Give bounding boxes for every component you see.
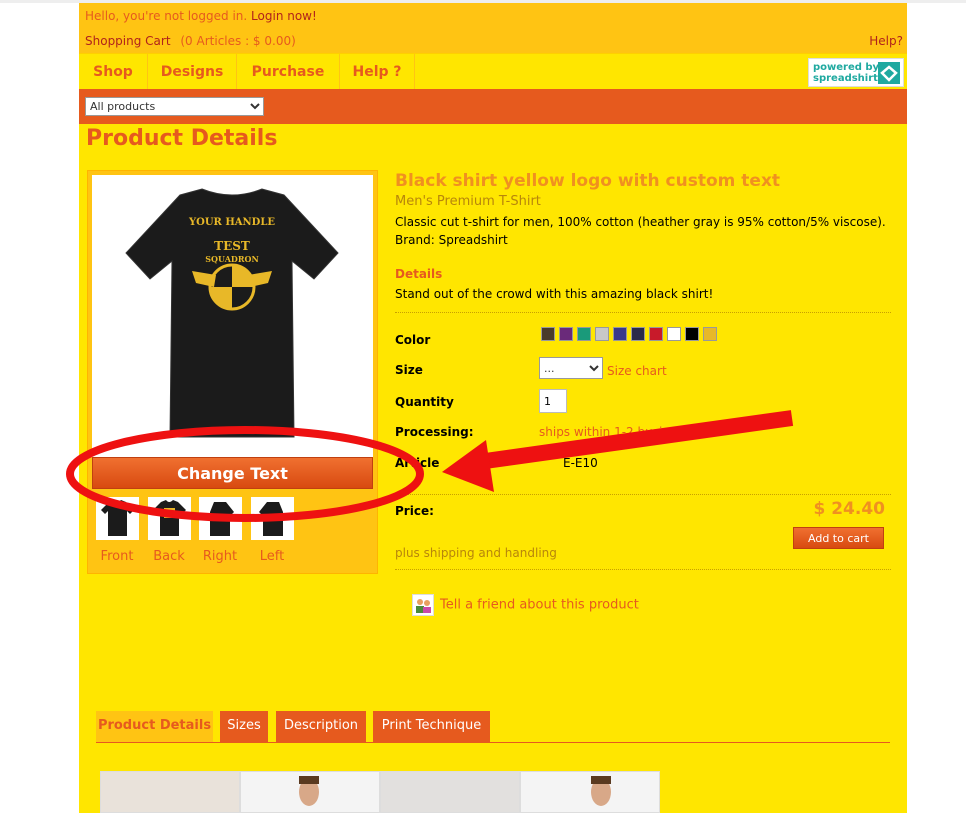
greeting-text: Hello, you're not logged in. (85, 9, 248, 23)
cart-count: (0 Articles : $ 0.00) (180, 34, 296, 48)
processing-value: ships within 1-2 busines (539, 425, 684, 439)
size-chart-link[interactable]: Size chart (607, 364, 667, 378)
powered-by-spreadshirt-logo[interactable]: powered by spreadshirt (808, 58, 904, 87)
powered-by-text: powered by spreadshirt (813, 62, 880, 84)
model-photo-strip (100, 771, 660, 813)
tshirt-image: YOUR HANDLE TEST SQUADRON (125, 188, 339, 438)
color-swatch[interactable] (595, 327, 609, 341)
price-value: $ 24.40 (813, 499, 885, 519)
color-swatch[interactable] (541, 327, 555, 341)
article-label: Article (395, 456, 440, 470)
product-main-image: YOUR HANDLE TEST SQUADRON (92, 175, 373, 457)
cart-label[interactable]: Shopping Cart (85, 34, 171, 48)
divider (395, 312, 891, 313)
shirt-logo-text-2: SQUADRON (205, 254, 259, 264)
shirt-logo-text-1: TEST (214, 239, 250, 253)
model-photo (240, 771, 380, 813)
size-label: Size (395, 363, 423, 377)
product-type: Men's Premium T-Shirt (395, 194, 541, 209)
size-select[interactable]: ... (539, 357, 603, 379)
color-swatch[interactable] (649, 327, 663, 341)
model-photo (380, 771, 520, 813)
color-label: Color (395, 333, 431, 347)
view-label-back[interactable]: Back (144, 549, 194, 564)
model-photo (520, 771, 660, 813)
tab-product-details[interactable]: Product Details (96, 711, 213, 742)
color-swatch[interactable] (685, 327, 699, 341)
thumb-back[interactable] (148, 497, 191, 540)
view-label-left[interactable]: Left (247, 549, 297, 564)
color-swatch[interactable] (559, 327, 573, 341)
shopping-cart-summary[interactable]: Shopping Cart (0 Articles : $ 0.00) (85, 34, 296, 48)
people-icon (412, 594, 434, 616)
details-label: Details (395, 267, 443, 281)
divider (395, 494, 891, 495)
product-category-select[interactable]: All products (85, 97, 264, 116)
article-value: E-E10 (563, 456, 598, 470)
view-label-front[interactable]: Front (92, 549, 142, 564)
shirt-handle-text: YOUR HANDLE (188, 217, 275, 228)
thumb-left[interactable] (251, 497, 294, 540)
thumb-right[interactable] (199, 497, 242, 540)
shipping-note[interactable]: plus shipping and handling (395, 546, 557, 560)
nav-designs[interactable]: Designs (148, 54, 237, 90)
details-text: Stand out of the crowd with this amazing… (395, 287, 714, 301)
color-swatch[interactable] (703, 327, 717, 341)
page-title: Product Details (86, 126, 278, 151)
divider (395, 569, 891, 570)
model-photo (100, 771, 240, 813)
spreadshirt-heart-icon (878, 62, 900, 84)
change-text-button[interactable]: Change Text (92, 457, 373, 489)
color-swatch[interactable] (613, 327, 627, 341)
add-to-cart-button[interactable]: Add to cart (793, 527, 884, 549)
nav-shop[interactable]: Shop (79, 54, 148, 90)
nav-help[interactable]: Help ? (340, 54, 415, 90)
main-nav: Shop Designs Purchase Help ? powered by … (79, 53, 907, 90)
top-bar: Hello, you're not logged in. Login now! … (79, 3, 907, 53)
tab-sizes[interactable]: Sizes (220, 711, 268, 742)
filter-bar: All products (79, 89, 907, 124)
login-status: Hello, you're not logged in. Login now! (85, 9, 317, 23)
product-description: Classic cut t-shirt for men, 100% cotton… (395, 213, 891, 249)
help-link[interactable]: Help? (869, 34, 903, 48)
product-tabs: Product Details Sizes Description Print … (96, 709, 890, 743)
color-swatch[interactable] (631, 327, 645, 341)
product-title: Black shirt yellow logo with custom text (395, 171, 781, 191)
page-margin-right (907, 0, 966, 813)
product-brand: Brand: Spreadshirt (395, 233, 508, 247)
color-swatch[interactable] (577, 327, 591, 341)
processing-label: Processing: (395, 425, 474, 439)
tell-a-friend-link[interactable]: Tell a friend about this product (412, 594, 639, 616)
page-margin-left (0, 0, 79, 813)
product-image-panel: YOUR HANDLE TEST SQUADRON Change Text Fr… (87, 170, 378, 574)
quantity-label: Quantity (395, 395, 454, 409)
price-label: Price: (395, 504, 434, 518)
tab-print-technique[interactable]: Print Technique (373, 711, 490, 742)
view-label-right[interactable]: Right (195, 549, 245, 564)
color-swatch[interactable] (667, 327, 681, 341)
thumb-front[interactable] (96, 497, 139, 540)
shop-container: Hello, you're not logged in. Login now! … (79, 3, 907, 813)
tab-description[interactable]: Description (276, 711, 366, 742)
quantity-input[interactable] (539, 389, 567, 413)
nav-purchase[interactable]: Purchase (237, 54, 340, 90)
login-link[interactable]: Login now! (251, 9, 317, 23)
